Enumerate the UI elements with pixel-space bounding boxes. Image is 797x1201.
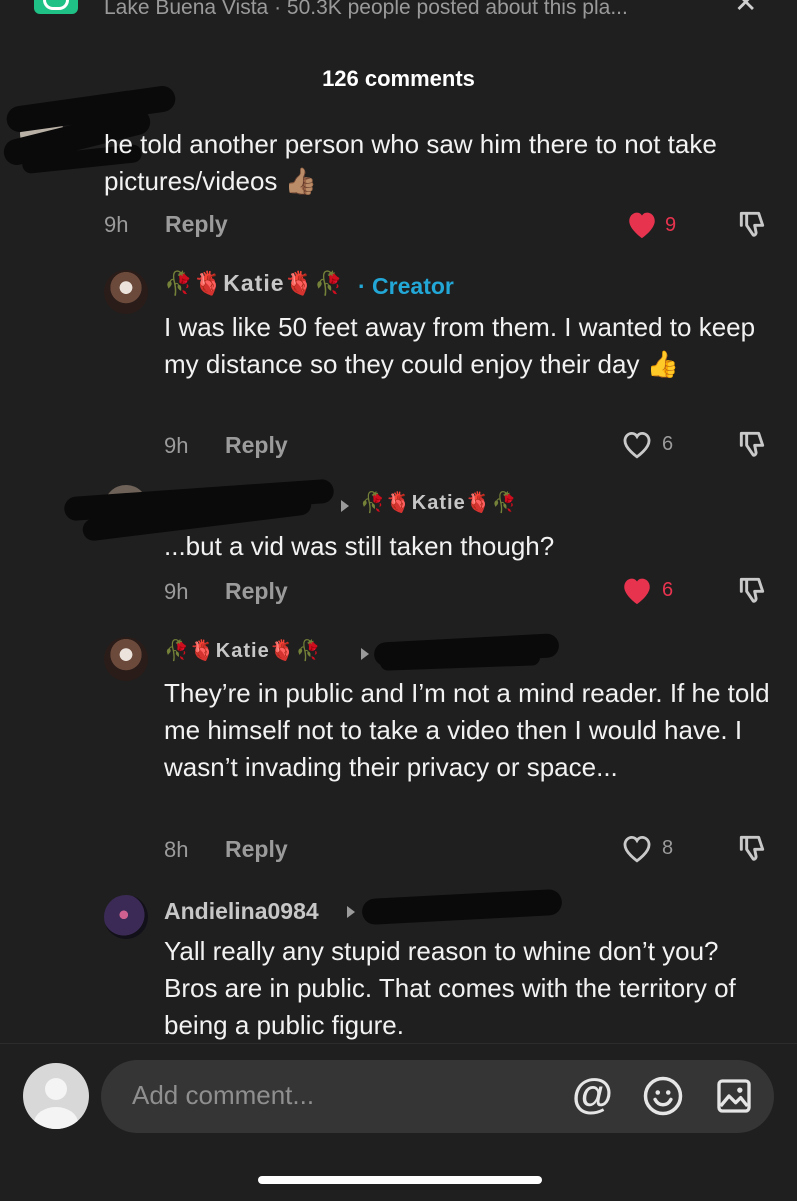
comment-input-placeholder: Add comment...: [132, 1080, 315, 1110]
comment-username[interactable]: 🥀🫀Katie🫀🥀: [164, 638, 322, 663]
heart-outline-icon[interactable]: [620, 428, 654, 460]
comment-username[interactable]: 🥀🫀Katie🫀🥀: [164, 270, 344, 297]
dislike-icon[interactable]: [735, 832, 769, 864]
avatar[interactable]: [104, 895, 148, 939]
default-avatar-icon: [34, 1078, 78, 1129]
redacted-username: [361, 888, 563, 926]
reply-arrow-icon: [341, 500, 349, 512]
home-indicator: [258, 1176, 542, 1184]
mention-icon[interactable]: @: [572, 1070, 613, 1118]
comment-reply-item: 🥀🫀Katie🫀🥀 · Creator I was like 50 feet a…: [0, 265, 797, 465]
reply-to-username[interactable]: 🥀🫀Katie🫀🥀: [360, 490, 518, 515]
like-count: 6: [662, 579, 674, 601]
comment-text: Yall really any stupid reason to whine d…: [164, 936, 736, 1040]
dislike-icon[interactable]: [735, 574, 769, 606]
location-banner[interactable]: Lake Buena Vista · 50.3K people posted a…: [104, 0, 628, 20]
reply-button[interactable]: Reply: [165, 211, 228, 238]
close-icon[interactable]: ✕: [734, 0, 757, 19]
creator-badge: · Creator: [358, 273, 454, 299]
avatar[interactable]: [104, 270, 148, 314]
like-count: 6: [662, 433, 674, 455]
heart-outline-icon[interactable]: [620, 832, 654, 864]
emoji-icon[interactable]: [642, 1075, 684, 1117]
comment-reply-item: 🥀🫀Katie🫀🥀 ...but a vid was still taken t…: [0, 478, 797, 620]
reply-arrow-icon: [347, 906, 355, 918]
comment-time: 9h: [164, 433, 189, 458]
image-icon[interactable]: [714, 1076, 754, 1116]
heart-filled-icon[interactable]: [625, 208, 659, 240]
comment-reply-item: 🥀🫀Katie🫀🥀 They’re in public and I’m not …: [0, 632, 797, 872]
comment-username[interactable]: Andielina0984: [164, 898, 319, 925]
comment-text: he told another person who saw him there…: [104, 129, 717, 196]
comments-count-title: 126 comments: [322, 66, 475, 91]
comment-time: 9h: [104, 212, 129, 237]
dislike-icon[interactable]: [735, 428, 769, 460]
comment-text: I was like 50 feet away from them. I wan…: [164, 312, 756, 379]
reply-button[interactable]: Reply: [225, 578, 288, 605]
app-badge-icon: [34, 0, 78, 14]
comment-text: ...but a vid was still taken though?: [164, 531, 555, 561]
like-count: 8: [662, 837, 674, 859]
avatar[interactable]: [104, 637, 148, 681]
comment-time: 8h: [164, 837, 189, 862]
reply-button[interactable]: Reply: [225, 432, 288, 459]
comment-reply-item: Andielina0984 Yall really any stupid rea…: [0, 888, 797, 1042]
reply-button[interactable]: Reply: [225, 836, 288, 863]
heart-filled-icon[interactable]: [620, 574, 654, 606]
reply-arrow-icon: [361, 648, 369, 660]
like-count: 9: [665, 214, 677, 236]
user-avatar[interactable]: [23, 1063, 89, 1129]
comment-text: They’re in public and I’m not a mind rea…: [164, 678, 770, 782]
dislike-icon[interactable]: [735, 208, 769, 240]
comment-item: he told another person who saw him there…: [0, 84, 797, 250]
comment-time: 9h: [164, 579, 189, 604]
